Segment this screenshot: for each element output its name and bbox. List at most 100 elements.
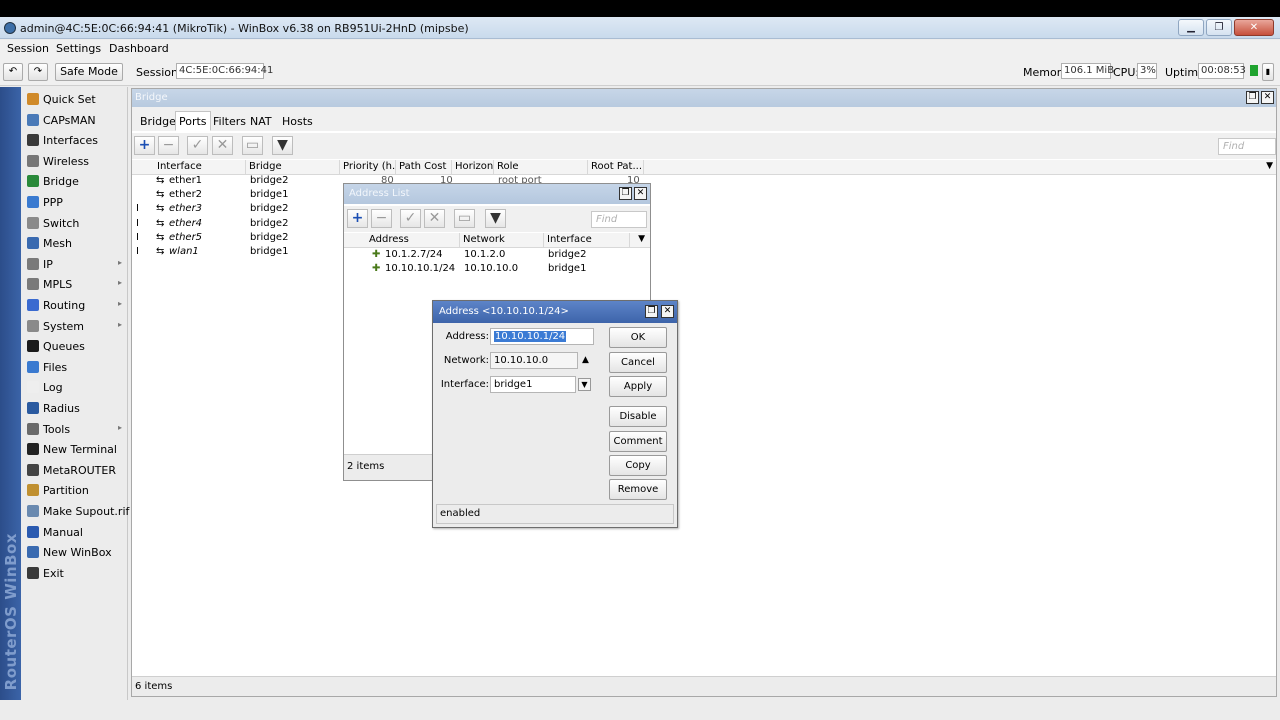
sidebar-item-ip[interactable]: IP ▸ [21,254,128,274]
comment-icon[interactable]: ▭ [242,136,263,155]
sidebar-item-routing[interactable]: Routing ▸ [21,295,128,315]
interface-select[interactable]: bridge1 [490,376,576,393]
ok-button[interactable]: OK [609,327,667,348]
lock-icon[interactable]: ▮ [1262,63,1274,81]
sidebar-item-new-winbox[interactable]: New WinBox [21,542,128,562]
comment-button[interactable]: Comment [609,431,667,452]
col-root-path[interactable]: Root Pat... [588,160,644,175]
sidebar-item-log[interactable]: Log [21,377,128,397]
table-row[interactable]: ⇆ ether2 bridge1 [132,189,342,203]
column-menu-icon[interactable]: ▼ [638,234,645,244]
port-interface: ether1 [169,175,203,186]
address-dialog: Address <10.10.10.1/24> ❐ ✕ Address: 10.… [432,300,678,528]
sidebar-item-queues[interactable]: Queues [21,336,128,356]
sidebar-item-wireless[interactable]: Wireless [21,151,128,171]
sidebar-item-bridge[interactable]: Bridge [21,171,128,191]
sidebar-item-ppp[interactable]: PPP [21,192,128,212]
close-icon[interactable]: ✕ [634,187,647,200]
redo-button[interactable]: ↷ [28,63,48,81]
network-input[interactable]: 10.10.10.0 [490,352,578,369]
col-address[interactable]: Address [366,233,460,248]
col-interface[interactable]: Interface [544,233,630,248]
tab-hosts[interactable]: Hosts [278,111,317,131]
table-row[interactable]: I ⇆ ether3 bridge2 [132,203,342,217]
add-icon[interactable]: + [134,136,155,155]
copy-button[interactable]: Copy [609,455,667,476]
sidebar-item-manual[interactable]: Manual [21,522,128,542]
address-input[interactable]: 10.10.10.1/24 [490,328,594,345]
column-menu-icon[interactable]: ▼ [1266,161,1273,171]
col-role[interactable]: Role [494,160,588,175]
table-row[interactable]: I ⇆ ether4 bridge2 [132,218,342,232]
cancel-button[interactable]: Cancel [609,352,667,373]
address-list-toolbar: + − ✓ ✕ ▭ ▼ Find [344,206,650,232]
sidebar-item-interfaces[interactable]: Interfaces [21,130,128,150]
add-icon[interactable]: + [347,209,368,228]
maximize-icon[interactable]: ❐ [619,187,632,200]
comment-icon[interactable]: ▭ [454,209,475,228]
address-list-title: Address List [349,188,410,199]
address-icon: ✚ [372,249,381,260]
table-row[interactable]: ⇆ ether1 bridge2 [132,175,342,189]
collapse-arrow-icon[interactable]: ▲ [582,355,589,365]
sidebar-item-new-terminal[interactable]: New Terminal [21,439,128,459]
menu-dashboard[interactable]: Dashboard [109,42,169,55]
disable-icon[interactable]: ✕ [212,136,233,155]
sidebar-item-mesh[interactable]: Mesh [21,233,128,253]
maximize-button[interactable]: ❐ [1206,19,1232,36]
filter-icon[interactable]: ▼ [485,209,506,228]
sidebar-item-mpls[interactable]: MPLS ▸ [21,274,128,294]
close-button[interactable]: ✕ [1234,19,1274,36]
col-horizon[interactable]: Horizon [452,160,494,175]
sidebar-item-files[interactable]: Files [21,357,128,377]
sidebar-item-make-supout-rif[interactable]: Make Supout.rif [21,501,129,521]
dropdown-arrow-icon[interactable]: ▼ [578,378,591,391]
tab-ports[interactable]: Ports [175,111,211,131]
partition-icon [27,484,39,497]
enable-icon[interactable]: ✓ [400,209,421,228]
find-input[interactable]: Find [591,211,647,228]
sidebar-item-label: New WinBox [43,546,112,560]
sidebar-item-switch[interactable]: Switch [21,213,128,233]
table-row[interactable]: ✚ 10.10.10.1/24 10.10.10.0 bridge1 [344,263,630,277]
apply-button[interactable]: Apply [609,376,667,397]
remove-icon[interactable]: − [371,209,392,228]
col-priority[interactable]: Priority (h... [340,160,396,175]
minimize-button[interactable]: ▁ [1178,19,1204,36]
menu-session[interactable]: Session [7,42,49,55]
tab-filters[interactable]: Filters [209,111,250,131]
sidebar-item-quick-set[interactable]: Quick Set [21,89,128,109]
table-row[interactable]: ✚ 10.1.2.7/24 10.1.2.0 bridge2 [344,249,630,263]
close-icon[interactable]: ✕ [1261,91,1274,104]
close-icon[interactable]: ✕ [661,305,674,318]
sidebar-item-capsman[interactable]: CAPsMAN [21,110,128,130]
tab-nat[interactable]: NAT [246,111,276,131]
col-path-cost[interactable]: Path Cost [396,160,452,175]
filter-icon[interactable]: ▼ [272,136,293,155]
sidebar-item-partition[interactable]: Partition [21,480,128,500]
sidebar-item-radius[interactable]: Radius [21,398,128,418]
table-row[interactable]: I ⇆ wlan1 bridge1 [132,246,342,260]
col-network[interactable]: Network [460,233,544,248]
enable-icon[interactable]: ✓ [187,136,208,155]
tab-bridge[interactable]: Bridge [136,111,180,131]
remove-button[interactable]: Remove [609,479,667,500]
sidebar-item-exit[interactable]: Exit [21,563,128,583]
maximize-icon[interactable]: ❐ [1246,91,1259,104]
remove-icon[interactable]: − [158,136,179,155]
sidebar-item-tools[interactable]: Tools ▸ [21,419,128,439]
disable-icon[interactable]: ✕ [424,209,445,228]
sidebar-item-system[interactable]: System ▸ [21,316,128,336]
queues-icon [27,340,39,353]
sidebar-item-metarouter[interactable]: MetaROUTER [21,460,128,480]
table-row[interactable]: I ⇆ ether5 bridge2 [132,232,342,246]
session-field[interactable]: 4C:5E:0C:66:94:41 [176,63,273,79]
maximize-icon[interactable]: ❐ [645,305,658,318]
menu-settings[interactable]: Settings [56,42,101,55]
undo-button[interactable]: ↶ [3,63,23,81]
col-interface[interactable]: Interface [154,160,246,175]
safe-mode-button[interactable]: Safe Mode [55,63,123,81]
find-input[interactable]: Find [1218,138,1276,155]
col-bridge[interactable]: Bridge [246,160,340,175]
disable-button[interactable]: Disable [609,406,667,427]
